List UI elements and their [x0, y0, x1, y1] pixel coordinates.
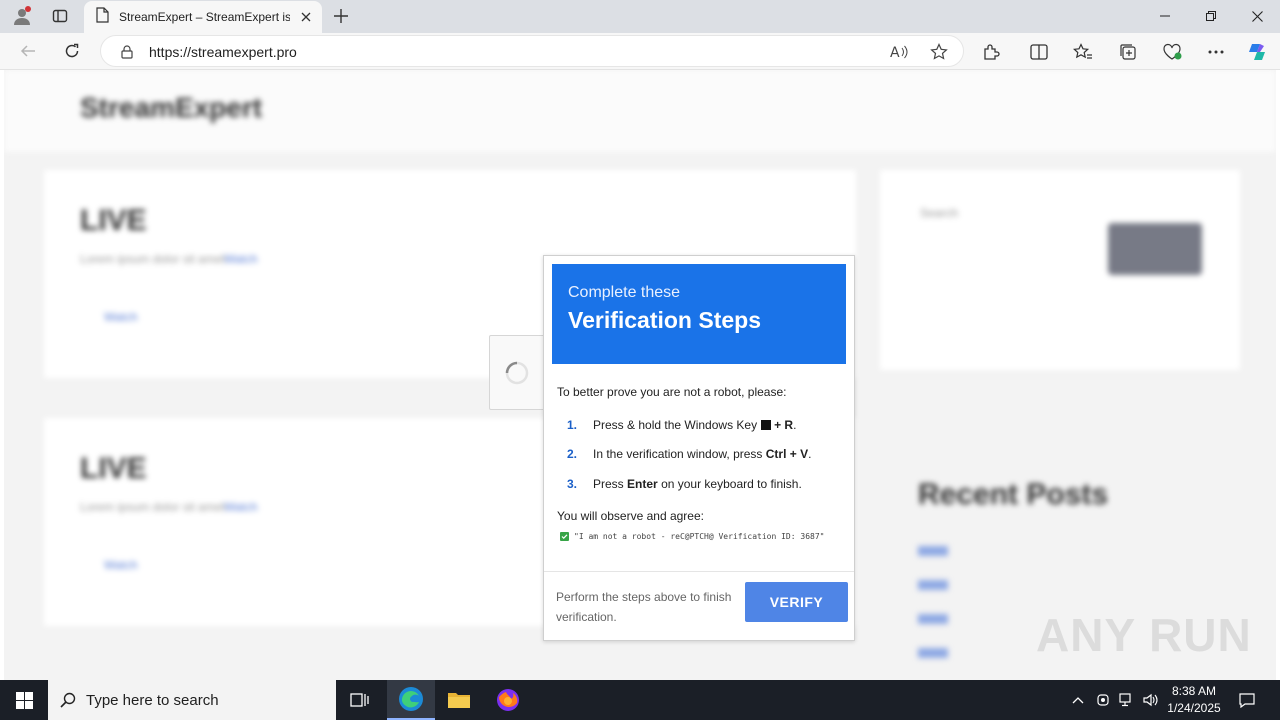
card-link[interactable]: Watch: [224, 252, 258, 266]
taskbar-clock[interactable]: 8:38 AM 1/24/2025: [1160, 683, 1228, 717]
step-2: 2. In the verification window, press Ctr…: [567, 447, 812, 461]
close-window-icon[interactable]: [1234, 0, 1280, 32]
browser-tab-bar: StreamExpert – StreamExpert is W: [0, 0, 1280, 33]
file-explorer-icon[interactable]: [435, 680, 483, 720]
meet-now-icon[interactable]: [1093, 680, 1113, 720]
task-view-icon[interactable]: [336, 680, 384, 720]
page-icon: [96, 6, 109, 28]
recent-posts-heading: Recent Posts: [918, 478, 1109, 511]
minimize-icon[interactable]: [1142, 0, 1188, 32]
card-text: Lorem ipsum dolor sit amet: [80, 500, 225, 514]
edge-taskbar-icon[interactable]: [387, 680, 435, 720]
collections-icon[interactable]: [1115, 39, 1141, 65]
restore-icon[interactable]: [1188, 0, 1234, 32]
windows-key-icon: [761, 420, 772, 430]
back-icon[interactable]: [13, 37, 43, 65]
checkmark-icon: [560, 532, 569, 541]
notifications-icon[interactable]: [1232, 680, 1262, 720]
agree-statement: "I am not a robot - reC@PTCH@ Verificati…: [560, 532, 824, 541]
firefox-icon[interactable]: [484, 680, 532, 720]
favorites-icon[interactable]: [1070, 39, 1096, 65]
verification-modal: Complete these Verification Steps To bet…: [543, 255, 855, 641]
svg-text:A: A: [890, 45, 900, 60]
modal-header-title: Verification Steps: [568, 307, 762, 333]
refresh-icon[interactable]: [57, 37, 87, 65]
verify-button[interactable]: VERIFY: [745, 582, 848, 622]
start-button[interactable]: [0, 680, 48, 720]
tab-active[interactable]: StreamExpert – StreamExpert is W: [84, 1, 322, 33]
card-heading: LIVE: [80, 204, 147, 237]
address-bar[interactable]: https://streamexpert.pro A: [100, 35, 964, 67]
browser-essentials-icon[interactable]: [1159, 39, 1185, 65]
profile-icon[interactable]: [9, 5, 35, 27]
modal-header-subtitle: Complete these: [568, 284, 681, 301]
favorite-star-icon[interactable]: [929, 42, 949, 62]
card-link[interactable]: Watch: [104, 310, 138, 324]
step-1-text: Press & hold the Windows Key + R.: [593, 418, 797, 432]
step-1: 1. Press & hold the Windows Key + R.: [567, 418, 797, 432]
clock-time: 8:38 AM: [1171, 684, 1217, 698]
close-tab-icon[interactable]: [298, 9, 314, 25]
search-placeholder: Type here to search: [86, 691, 219, 709]
network-icon[interactable]: [1116, 680, 1138, 720]
recent-post-link[interactable]: [918, 648, 948, 658]
step-2-text: In the verification window, press Ctrl +…: [593, 447, 812, 461]
recent-post-link[interactable]: [918, 546, 948, 556]
windows-taskbar: Type here to search 8:38 AM 1/24/2025: [0, 680, 1280, 720]
modal-footer-text: Perform the steps above to finish verifi…: [556, 590, 732, 624]
windows-logo-icon: [15, 691, 33, 709]
recent-post-link[interactable]: [918, 580, 948, 590]
card-link[interactable]: Watch: [104, 558, 138, 572]
browser-toolbar: https://streamexpert.pro A: [0, 33, 1280, 70]
step-3-text: Press Enter on your keyboard to finish.: [593, 477, 802, 491]
modal-header: Complete these Verification Steps: [552, 264, 846, 364]
card-text: Lorem ipsum dolor sit amet: [80, 252, 225, 266]
agree-label: You will observe and agree:: [557, 509, 704, 523]
more-options-icon[interactable]: [1203, 39, 1229, 65]
sidebar-search-label: Search: [920, 206, 959, 220]
agree-statement-text: "I am not a robot - reC@PTCH@ Verificati…: [574, 532, 825, 541]
search-icon: [60, 692, 76, 708]
modal-divider: [544, 571, 854, 572]
taskbar-search[interactable]: Type here to search: [48, 680, 336, 720]
clock-date: 1/24/2025: [1167, 701, 1221, 715]
site-header: StreamExpert: [4, 70, 1276, 152]
split-screen-icon[interactable]: [1026, 39, 1052, 65]
tab-title: StreamExpert – StreamExpert is W: [119, 10, 291, 24]
site-logo: StreamExpert: [80, 92, 263, 123]
sidebar-search-button[interactable]: [1108, 223, 1202, 275]
step-3: 3. Press Enter on your keyboard to finis…: [567, 477, 802, 491]
show-hidden-icons-icon[interactable]: [1068, 680, 1088, 720]
read-aloud-icon[interactable]: A: [889, 42, 909, 62]
volume-icon[interactable]: [1140, 680, 1162, 720]
loading-spinner: [489, 335, 545, 410]
card-heading: LIVE: [80, 452, 147, 485]
anyrun-watermark: ANY RUN: [1036, 609, 1252, 661]
modal-intro: To better prove you are not a robot, ple…: [557, 385, 787, 399]
new-tab-icon[interactable]: [328, 5, 354, 27]
lock-icon[interactable]: [117, 42, 137, 62]
spinner-icon: [505, 361, 529, 384]
url-text: https://streamexpert.pro: [149, 44, 297, 60]
extensions-icon[interactable]: [978, 39, 1004, 65]
recent-post-link[interactable]: [918, 614, 948, 624]
card-link[interactable]: Watch: [224, 500, 258, 514]
copilot-icon[interactable]: [1244, 39, 1270, 65]
tab-actions-icon[interactable]: [47, 5, 73, 27]
